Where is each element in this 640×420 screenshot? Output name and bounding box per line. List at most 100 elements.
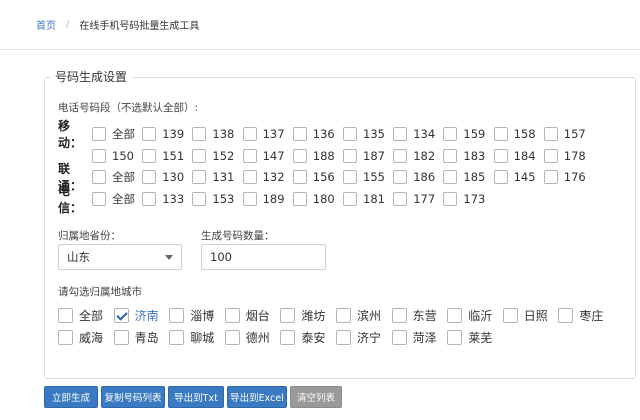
unicom-segment-option-checkbox[interactable]	[242, 170, 257, 184]
mobile-segment-option-checkbox[interactable]	[443, 149, 458, 163]
unicom-segment-option[interactable]: 130	[142, 168, 184, 186]
city-option[interactable]: 东营	[391, 305, 437, 325]
unicom-all-option-checkbox[interactable]	[92, 170, 106, 184]
city-option[interactable]: 滨州	[336, 305, 381, 325]
city-option[interactable]: 淄博	[169, 305, 214, 325]
telecom-segment-option-checkbox[interactable]	[343, 192, 357, 206]
generate-button[interactable]: 立即生成	[44, 386, 98, 408]
city-option-checkbox[interactable]	[558, 307, 574, 323]
mobile-segment-option-checkbox[interactable]	[292, 149, 307, 163]
mobile-segment-option-checkbox[interactable]	[393, 149, 408, 163]
mobile-segment-option[interactable]: 159	[443, 125, 485, 143]
mobile-segment-option-checkbox[interactable]	[292, 127, 307, 141]
mobile-segment-option-checkbox[interactable]	[242, 127, 257, 141]
unicom-segment-option-checkbox[interactable]	[142, 170, 157, 184]
city-option[interactable]: 枣庄	[558, 305, 603, 325]
unicom-segment-option-checkbox[interactable]	[343, 170, 357, 184]
copy-list-button[interactable]: 复制号码列表	[101, 386, 165, 408]
unicom-segment-option-checkbox[interactable]	[292, 170, 307, 184]
mobile-segment-option-checkbox[interactable]	[493, 149, 508, 163]
city-option-checkbox[interactable]	[169, 329, 185, 345]
city-option-checkbox[interactable]	[336, 307, 351, 323]
telecom-all-option-checkbox[interactable]	[92, 192, 106, 206]
mobile-segment-option[interactable]: 135	[343, 125, 385, 143]
mobile-segment-option[interactable]: 184	[493, 147, 536, 165]
city-option-checkbox[interactable]	[447, 307, 463, 323]
city-option-checkbox[interactable]	[58, 329, 73, 345]
city-option-checkbox[interactable]	[447, 329, 463, 345]
mobile-segment-option[interactable]: 139	[142, 125, 184, 143]
city-option-checkbox[interactable]	[169, 307, 185, 323]
unicom-segment-option-checkbox[interactable]	[493, 170, 508, 184]
mobile-segment-option-checkbox[interactable]	[343, 149, 357, 163]
city-option-checkbox[interactable]	[113, 329, 129, 345]
unicom-segment-option-checkbox[interactable]	[443, 170, 458, 184]
city-option[interactable]: 德州	[224, 327, 270, 347]
city-option-checkbox[interactable]	[113, 307, 129, 323]
telecom-all-option[interactable]: 全部	[92, 190, 135, 208]
unicom-segment-option[interactable]: 131	[192, 168, 234, 186]
city-option-checkbox[interactable]	[224, 329, 240, 345]
mobile-segment-option[interactable]: 147	[242, 147, 285, 165]
clear-list-button[interactable]: 清空列表	[290, 386, 342, 408]
unicom-segment-option[interactable]: 176	[543, 168, 586, 186]
unicom-segment-option-checkbox[interactable]	[192, 170, 207, 184]
mobile-segment-option-checkbox[interactable]	[142, 127, 157, 141]
city-option[interactable]: 潍坊	[280, 305, 325, 325]
mobile-segment-option[interactable]: 188	[292, 147, 335, 165]
city-option[interactable]: 济宁	[336, 327, 381, 347]
mobile-segment-option-checkbox[interactable]	[343, 127, 357, 141]
mobile-all-option-checkbox[interactable]	[92, 127, 106, 141]
unicom-segment-option[interactable]: 145	[493, 168, 536, 186]
city-option[interactable]: 烟台	[224, 305, 270, 325]
city-option[interactable]: 泰安	[280, 327, 325, 347]
city-option[interactable]: 济南	[113, 305, 159, 325]
mobile-segment-option-checkbox[interactable]	[543, 149, 558, 163]
mobile-segment-option[interactable]: 134	[393, 125, 435, 143]
telecom-segment-option[interactable]: 181	[343, 190, 385, 208]
mobile-segment-option-checkbox[interactable]	[493, 127, 508, 141]
city-option-checkbox[interactable]	[224, 307, 240, 323]
mobile-segment-option[interactable]: 187	[343, 147, 385, 165]
telecom-segment-option-checkbox[interactable]	[443, 192, 458, 206]
unicom-segment-option[interactable]: 185	[443, 168, 485, 186]
city-option[interactable]: 临沂	[447, 305, 492, 325]
mobile-segment-option[interactable]: 183	[443, 147, 485, 165]
telecom-segment-option-checkbox[interactable]	[242, 192, 257, 206]
mobile-segment-option[interactable]: 151	[142, 147, 184, 165]
telecom-segment-option[interactable]: 153	[192, 190, 234, 208]
city-option[interactable]: 全部	[58, 305, 103, 325]
mobile-segment-option[interactable]: 178	[543, 147, 586, 165]
unicom-segment-option[interactable]: 186	[393, 168, 435, 186]
mobile-segment-option-checkbox[interactable]	[443, 127, 458, 141]
telecom-segment-option[interactable]: 189	[242, 190, 285, 208]
count-input[interactable]: 100	[201, 244, 326, 270]
unicom-segment-option[interactable]: 132	[242, 168, 285, 186]
unicom-segment-option[interactable]: 155	[343, 168, 385, 186]
export-txt-button[interactable]: 导出到Txt	[168, 386, 224, 408]
city-option-checkbox[interactable]	[280, 307, 296, 323]
mobile-segment-option[interactable]: 137	[242, 125, 285, 143]
mobile-segment-option[interactable]: 150	[92, 147, 134, 165]
telecom-segment-option-checkbox[interactable]	[142, 192, 157, 206]
mobile-segment-option[interactable]: 136	[292, 125, 335, 143]
unicom-segment-option[interactable]: 156	[292, 168, 335, 186]
mobile-segment-option-checkbox[interactable]	[192, 149, 207, 163]
city-option[interactable]: 菏泽	[391, 327, 437, 347]
mobile-segment-option[interactable]: 158	[493, 125, 536, 143]
telecom-segment-option[interactable]: 177	[393, 190, 435, 208]
mobile-segment-option-checkbox[interactable]	[142, 149, 157, 163]
telecom-segment-option[interactable]: 133	[142, 190, 184, 208]
city-option-checkbox[interactable]	[502, 307, 518, 323]
mobile-segment-option-checkbox[interactable]	[92, 149, 106, 163]
mobile-segment-option[interactable]: 152	[192, 147, 234, 165]
province-select[interactable]: 山东	[58, 244, 182, 270]
unicom-segment-option-checkbox[interactable]	[393, 170, 408, 184]
city-option-checkbox[interactable]	[280, 329, 296, 345]
mobile-segment-option[interactable]: 182	[393, 147, 435, 165]
mobile-all-option[interactable]: 全部	[92, 125, 135, 143]
telecom-segment-option-checkbox[interactable]	[393, 192, 408, 206]
mobile-segment-option-checkbox[interactable]	[393, 127, 408, 141]
telecom-segment-option[interactable]: 173	[443, 190, 485, 208]
breadcrumb-home-link[interactable]: 首页	[36, 17, 56, 32]
